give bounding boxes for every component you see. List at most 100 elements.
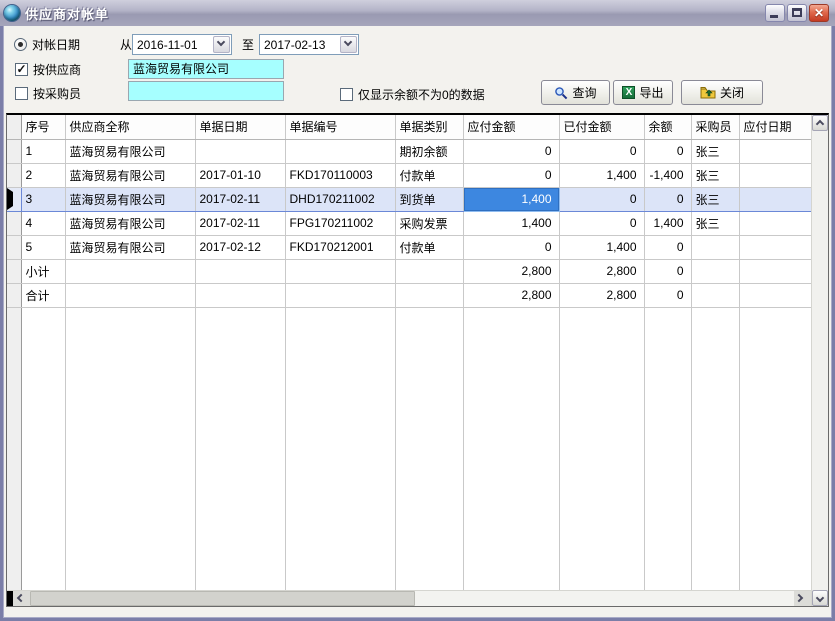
- grid-cell[interactable]: 2,800: [559, 259, 644, 283]
- grid-cell[interactable]: [195, 283, 285, 307]
- grid-cell[interactable]: 蓝海贸易有限公司: [65, 211, 195, 235]
- grid-cell[interactable]: 0: [463, 139, 559, 163]
- row-gutter-cell[interactable]: [7, 235, 21, 259]
- grid-cell[interactable]: 1,400: [463, 187, 559, 211]
- grid-cell[interactable]: [195, 139, 285, 163]
- vertical-scrollbar[interactable]: [811, 115, 828, 606]
- scroll-up-button[interactable]: [812, 115, 828, 131]
- grid-cell[interactable]: [739, 259, 811, 283]
- grid-cell[interactable]: [739, 283, 811, 307]
- grid-cell[interactable]: 1,400: [559, 235, 644, 259]
- grid-cell[interactable]: [395, 259, 463, 283]
- grid-cell[interactable]: 1: [21, 139, 65, 163]
- grid-cell[interactable]: 蓝海贸易有限公司: [65, 187, 195, 211]
- grid-cell[interactable]: [395, 283, 463, 307]
- grid-cell[interactable]: 0: [559, 187, 644, 211]
- scroll-left-button[interactable]: [13, 591, 30, 606]
- grid-cell[interactable]: DHD170211002: [285, 187, 395, 211]
- grid-cell[interactable]: 合计: [21, 283, 65, 307]
- grid-cell[interactable]: 0: [644, 139, 691, 163]
- grid-cell[interactable]: -1,400: [644, 163, 691, 187]
- supplier-checkbox[interactable]: ✓: [15, 63, 28, 76]
- grid-cell[interactable]: [691, 235, 739, 259]
- row-gutter-cell[interactable]: [7, 259, 21, 283]
- grid-cell[interactable]: [691, 259, 739, 283]
- grid-cell[interactable]: 付款单: [395, 235, 463, 259]
- grid-cell[interactable]: 0: [559, 211, 644, 235]
- grid-cell[interactable]: 蓝海贸易有限公司: [65, 163, 195, 187]
- from-date-combobox[interactable]: 2016-11-01: [132, 34, 232, 55]
- query-button[interactable]: 查询: [541, 80, 610, 105]
- row-gutter-cell[interactable]: [7, 163, 21, 187]
- row-gutter-cell[interactable]: [7, 211, 21, 235]
- grid-cell[interactable]: 1,400: [559, 163, 644, 187]
- grid-cell[interactable]: 蓝海贸易有限公司: [65, 139, 195, 163]
- grid-cell[interactable]: 2,800: [559, 283, 644, 307]
- grid-cell[interactable]: [285, 259, 395, 283]
- grid-cell[interactable]: 到货单: [395, 187, 463, 211]
- titlebar[interactable]: 供应商对帐单 ✕: [0, 0, 835, 26]
- buyer-checkbox[interactable]: [15, 87, 28, 100]
- horizontal-scrollbar[interactable]: [7, 590, 811, 606]
- grid-cell[interactable]: [65, 259, 195, 283]
- vertical-scroll-track[interactable]: [812, 131, 828, 590]
- grid-cell[interactable]: FKD170110003: [285, 163, 395, 187]
- grid-cell[interactable]: [691, 283, 739, 307]
- buyer-input[interactable]: [128, 81, 284, 101]
- supplier-input[interactable]: 蓝海贸易有限公司: [128, 59, 284, 79]
- to-date-dropdown-button[interactable]: [340, 36, 357, 53]
- grid-cell[interactable]: 采购发票: [395, 211, 463, 235]
- nonzero-balance-checkbox[interactable]: [340, 88, 353, 101]
- grid-cell[interactable]: 2017-02-11: [195, 211, 285, 235]
- grid-cell[interactable]: 2017-01-10: [195, 163, 285, 187]
- date-range-radio[interactable]: [14, 38, 27, 51]
- grid-cell[interactable]: 2,800: [463, 259, 559, 283]
- grid-cell[interactable]: 3: [21, 187, 65, 211]
- grid-cell[interactable]: 蓝海贸易有限公司: [65, 235, 195, 259]
- grid-cell[interactable]: 0: [644, 283, 691, 307]
- grid-cell[interactable]: 付款单: [395, 163, 463, 187]
- grid-cell[interactable]: [285, 139, 395, 163]
- grid-cell[interactable]: 2,800: [463, 283, 559, 307]
- grid-cell[interactable]: [739, 139, 811, 163]
- grid-cell[interactable]: 0: [559, 139, 644, 163]
- grid-cell[interactable]: 张三: [691, 163, 739, 187]
- from-date-dropdown-button[interactable]: [213, 36, 230, 53]
- scroll-right-button[interactable]: [794, 591, 811, 606]
- row-gutter-cell[interactable]: [7, 139, 21, 163]
- grid-cell[interactable]: 1,400: [644, 211, 691, 235]
- row-gutter-cell[interactable]: [7, 187, 21, 211]
- grid-cell[interactable]: FKD170212001: [285, 235, 395, 259]
- grid-cell[interactable]: FPG170211002: [285, 211, 395, 235]
- grid-cell[interactable]: 2017-02-12: [195, 235, 285, 259]
- grid-cell[interactable]: 张三: [691, 211, 739, 235]
- grid-cell[interactable]: 5: [21, 235, 65, 259]
- grid-cell[interactable]: 张三: [691, 187, 739, 211]
- grid-cell[interactable]: [285, 283, 395, 307]
- grid-cell[interactable]: 2017-02-11: [195, 187, 285, 211]
- export-button[interactable]: X 导出: [613, 80, 673, 105]
- grid-cell[interactable]: 期初余额: [395, 139, 463, 163]
- grid-cell[interactable]: 张三: [691, 139, 739, 163]
- grid-cell[interactable]: 小计: [21, 259, 65, 283]
- grid-cell[interactable]: 0: [644, 187, 691, 211]
- grid-cell[interactable]: [739, 235, 811, 259]
- grid-cell[interactable]: [739, 163, 811, 187]
- to-date-combobox[interactable]: 2017-02-13: [259, 34, 359, 55]
- grid-cell[interactable]: 4: [21, 211, 65, 235]
- grid-cell[interactable]: 0: [644, 235, 691, 259]
- grid-cell[interactable]: [195, 259, 285, 283]
- close-button[interactable]: 关闭: [681, 80, 763, 105]
- close-window-button[interactable]: ✕: [809, 4, 829, 22]
- grid-cell[interactable]: 0: [644, 259, 691, 283]
- horizontal-scroll-thumb[interactable]: [30, 591, 415, 606]
- grid-cell[interactable]: 2: [21, 163, 65, 187]
- grid-cell[interactable]: [739, 187, 811, 211]
- grid-cell[interactable]: 1,400: [463, 211, 559, 235]
- row-gutter-cell[interactable]: [7, 283, 21, 307]
- scroll-down-button[interactable]: [812, 590, 828, 606]
- horizontal-scroll-track[interactable]: [415, 591, 794, 606]
- maximize-button[interactable]: [787, 4, 807, 22]
- grid-cell[interactable]: 0: [463, 235, 559, 259]
- minimize-button[interactable]: [765, 4, 785, 22]
